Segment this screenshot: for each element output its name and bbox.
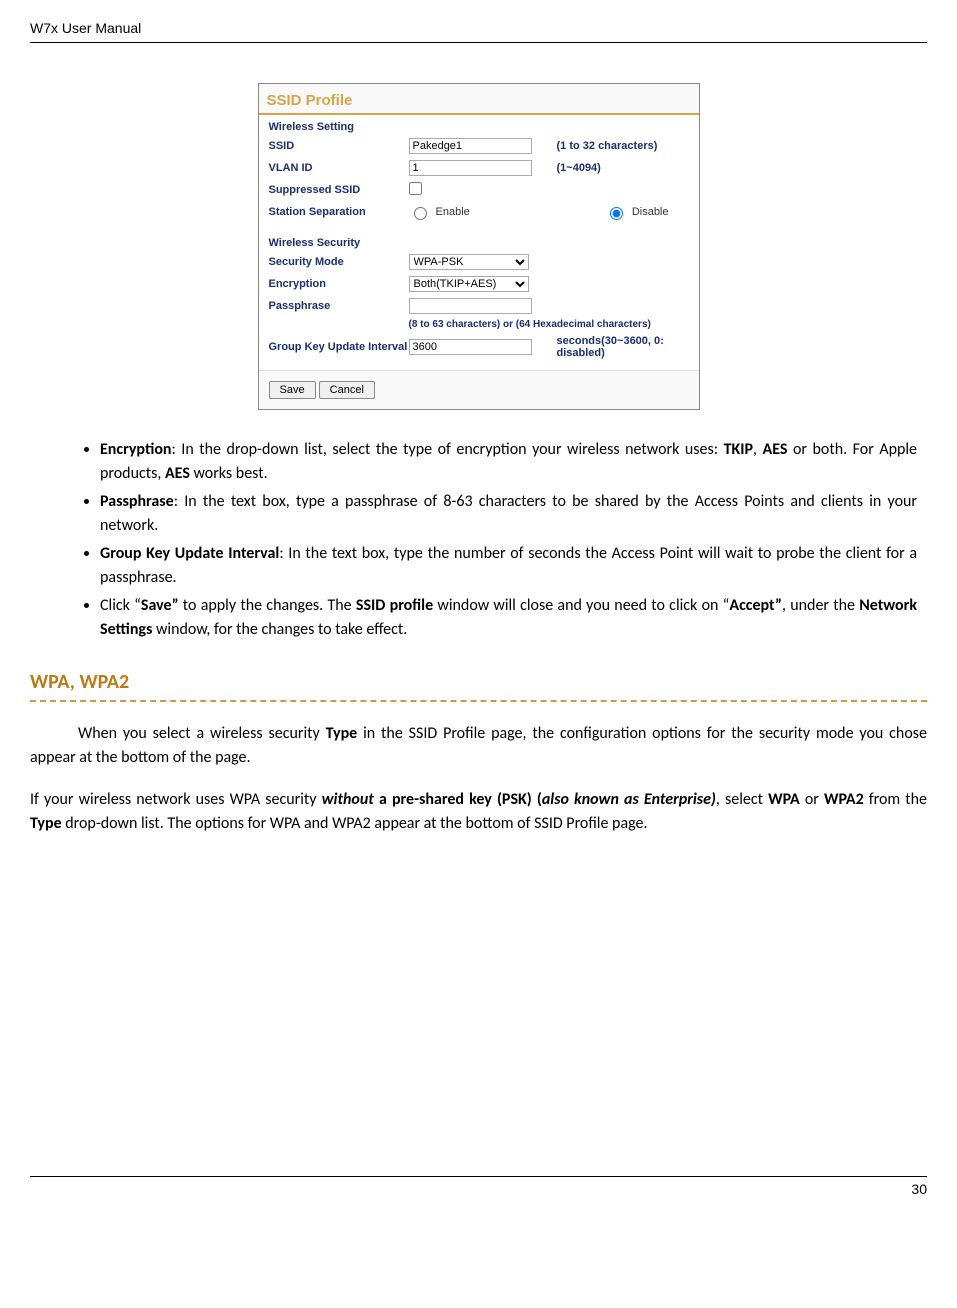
p2-end: drop-down list. The options for WPA and … — [62, 814, 648, 833]
select-security-mode[interactable]: WPA-PSK — [409, 254, 529, 270]
p2-mid2: , select — [716, 790, 768, 809]
heading-wireless-setting: Wireless Setting — [259, 115, 699, 135]
b4-mid: to apply the changes. The — [179, 596, 356, 615]
screenshot-container: SSID Profile Wireless Setting SSID (1 to… — [30, 83, 927, 410]
label-passphrase: Passphrase — [269, 300, 409, 312]
p2-or: or — [800, 790, 824, 809]
p2-mid: a pre-shared key (PSK) ( — [374, 790, 542, 809]
p2-type: Type — [30, 814, 62, 833]
b1-aes: AES — [763, 440, 788, 459]
b4-end: window, for the changes to take effect. — [152, 620, 407, 639]
b4-ssid: SSID profile — [356, 596, 433, 615]
bullet-list: Encryption: In the drop-down list, selec… — [30, 438, 927, 642]
input-vlan[interactable] — [409, 160, 532, 176]
b4-accept: Accept” — [729, 596, 782, 615]
b2-text: : In the text box, type a passphrase of … — [100, 492, 917, 535]
row-vlan: VLAN ID (1~4094) — [259, 157, 699, 179]
label-ssid: SSID — [269, 140, 409, 152]
b2-label: Passphrase — [100, 492, 174, 511]
hint-vlan: (1~4094) — [549, 162, 689, 174]
row-passphrase: Passphrase — [259, 295, 699, 317]
paragraph-2: If your wireless network uses WPA securi… — [30, 788, 927, 836]
p2-pre: If your wireless network uses WPA securi… — [30, 790, 322, 809]
bullet-encryption: Encryption: In the drop-down list, selec… — [100, 438, 927, 486]
button-row: Save Cancel — [259, 370, 699, 409]
label-separation: Station Separation — [269, 206, 409, 218]
b1-tkip: TKIP — [724, 440, 753, 459]
row-group-key: Group Key Update Interval seconds(30~360… — [259, 332, 699, 362]
p2-wpa: WPA — [768, 790, 800, 809]
bullet-passphrase: Passphrase: In the text box, type a pass… — [100, 490, 927, 538]
b1-end: works best. — [190, 464, 268, 483]
input-group-key[interactable] — [409, 339, 532, 355]
label-enable: Enable — [436, 206, 470, 218]
b1-label: Encryption — [100, 440, 172, 459]
row-security-mode: Security Mode WPA-PSK — [259, 251, 699, 273]
b1-aes2: AES — [165, 464, 190, 483]
dashed-rule — [30, 700, 927, 702]
hint-group-key: seconds(30~3600, 0: disabled) — [549, 335, 689, 359]
b4-save: Save” — [141, 596, 179, 615]
label-encryption: Encryption — [269, 278, 409, 290]
p2-aka: also known as Enterprise) — [542, 790, 716, 809]
paragraph-1: When you select a wireless security Type… — [30, 722, 927, 770]
manual-title: W7x User Manual — [30, 20, 141, 36]
p2-wpa2: WPA2 — [824, 790, 864, 809]
page-header: W7x User Manual — [30, 20, 927, 43]
hint-passphrase: (8 to 63 characters) or (64 Hexadecimal … — [259, 317, 699, 332]
input-ssid[interactable] — [409, 138, 532, 154]
p2-mid3: from the — [864, 790, 927, 809]
select-encryption[interactable]: Both(TKIP+AES) — [409, 276, 529, 292]
input-passphrase[interactable] — [409, 298, 532, 314]
p1-type: Type — [326, 724, 358, 743]
cancel-button[interactable]: Cancel — [319, 381, 375, 399]
checkbox-suppressed[interactable] — [409, 182, 422, 195]
row-suppressed: Suppressed SSID — [259, 179, 699, 201]
row-separation: Station Separation Enable Disable — [259, 201, 699, 223]
tab-ssid-profile[interactable]: SSID Profile — [267, 88, 353, 113]
page-number: 30 — [911, 1181, 927, 1197]
label-suppressed: Suppressed SSID — [269, 184, 409, 196]
ssid-profile-screenshot: SSID Profile Wireless Setting SSID (1 to… — [258, 83, 700, 410]
p1-pre: When you select a wireless security — [78, 724, 326, 743]
label-vlan: VLAN ID — [269, 162, 409, 174]
label-security-mode: Security Mode — [269, 256, 409, 268]
save-button[interactable]: Save — [269, 381, 316, 399]
section-title-wpa: WPA, WPA2 — [30, 670, 927, 696]
bullet-save: Click “Save” to apply the changes. The S… — [100, 594, 927, 642]
b1-sep: , — [753, 440, 763, 459]
heading-wireless-security: Wireless Security — [259, 231, 699, 251]
radio-disable[interactable] — [610, 207, 623, 220]
page-footer: 30 — [30, 1176, 927, 1197]
tab-bar: SSID Profile — [259, 84, 699, 115]
b4-mid3: , under the — [782, 596, 859, 615]
b1-text: : In the drop-down list, select the type… — [172, 440, 724, 459]
b4-pre: Click “ — [100, 596, 141, 615]
hint-ssid: (1 to 32 characters) — [549, 140, 689, 152]
label-disable: Disable — [632, 206, 669, 218]
radio-enable[interactable] — [414, 207, 427, 220]
label-group-key: Group Key Update Interval — [269, 341, 409, 353]
bullet-group-key: Group Key Update Interval: In the text b… — [100, 542, 927, 590]
row-encryption: Encryption Both(TKIP+AES) — [259, 273, 699, 295]
b4-mid2: window will close and you need to click … — [433, 596, 729, 615]
row-ssid: SSID (1 to 32 characters) — [259, 135, 699, 157]
p2-without: without — [322, 790, 374, 809]
b3-label: Group Key Update Interval — [100, 544, 279, 563]
